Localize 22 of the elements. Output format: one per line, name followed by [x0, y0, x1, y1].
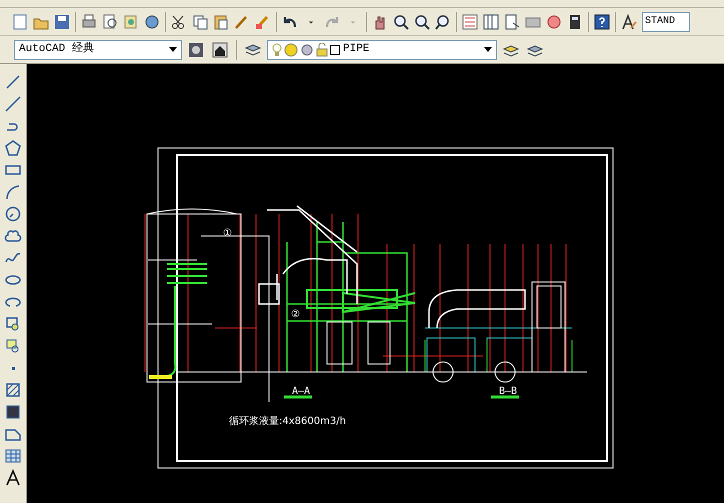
dropdown-arrow-icon [169, 47, 177, 52]
bulb-icon [272, 42, 282, 56]
help-icon[interactable] [592, 12, 612, 32]
construction-line-icon[interactable] [3, 96, 23, 112]
properties-icon[interactable] [460, 12, 480, 32]
table-icon[interactable] [3, 448, 23, 464]
cloud-icon[interactable] [3, 228, 23, 244]
circle-icon[interactable] [3, 206, 23, 222]
color-square-icon [330, 44, 340, 54]
flow-rate-note: 循环浆液量:4x8600m3/h [229, 416, 346, 427]
house-icon[interactable] [210, 40, 230, 60]
sun-icon [284, 42, 298, 56]
design-center-icon[interactable] [481, 12, 501, 32]
pentagon-icon[interactable] [3, 140, 23, 156]
workspace-dropdown[interactable]: AutoCAD 经典 [14, 40, 182, 60]
section-label: A—A [292, 386, 310, 397]
lock-icon [316, 42, 328, 56]
section-label: B—B [499, 386, 518, 397]
dropdown-arrow-icon [484, 47, 492, 52]
text-style-field[interactable]: STAND [642, 12, 690, 32]
part-number-marker: ② [291, 309, 300, 320]
layer-dropdown[interactable]: PIPE [267, 40, 497, 60]
